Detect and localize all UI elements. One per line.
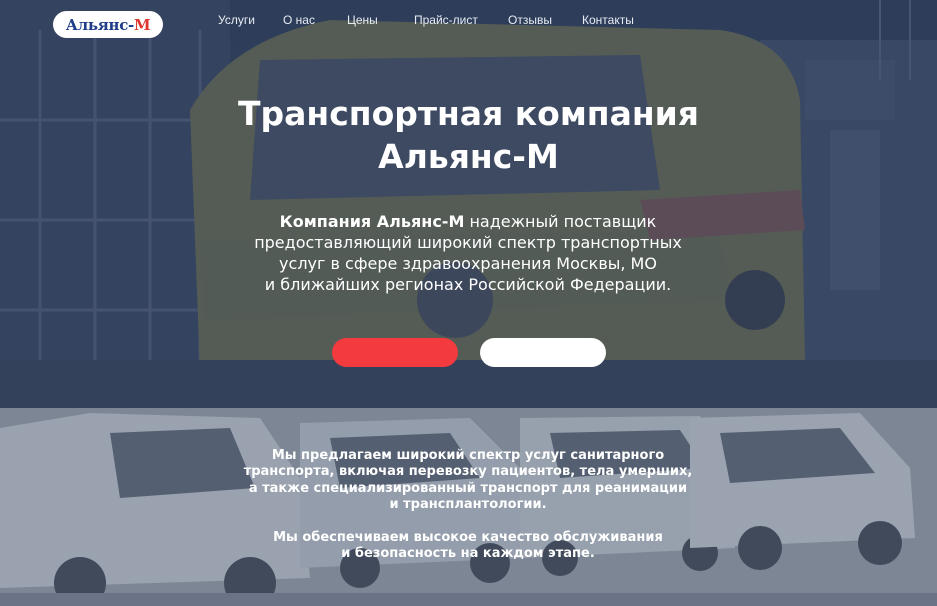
hero-desc-line4: и ближайших регионах Российской Федераци… (264, 275, 672, 294)
secondary-cta-button[interactable] (480, 338, 606, 367)
nav-item-contacts[interactable]: Контакты (582, 13, 634, 27)
nav-item-reviews[interactable]: Отзывы (508, 13, 552, 27)
primary-cta-button[interactable] (332, 338, 458, 367)
hero-title-line2: Альянс-М (378, 137, 559, 176)
hero-description: Компания Альянс-М надежный поставщик пре… (218, 211, 718, 295)
hero-title-line1: Транспортная компания (238, 94, 699, 133)
hero-desc-line3: услуг в сфере здравоохранения Москвы, МО (279, 254, 657, 273)
hero-desc-line1: надежный поставщик (464, 212, 657, 231)
nav-item-prices[interactable]: Цены (347, 13, 378, 27)
hero-section: Альянс-М Услуги О нас Цены Прайс-лист От… (0, 0, 937, 408)
services-paragraph-2: Мы обеспечиваем высокое качество обслужи… (273, 530, 663, 562)
nav-item-about[interactable]: О нас (283, 13, 315, 27)
services-section: Мы предлагаем широкий спектр услуг санит… (0, 408, 937, 606)
services-paragraph-1: Мы предлагаем широкий спектр услуг санит… (243, 448, 693, 512)
main-nav: Услуги О нас Цены Прайс-лист Отзывы Конт… (0, 13, 937, 29)
hero-desc-line2: предоставляющий широкий спектр транспорт… (254, 233, 682, 252)
hero-overlay (0, 0, 937, 408)
services-description: Мы предлагаем широкий спектр услуг санит… (218, 448, 718, 563)
nav-item-services[interactable]: Услуги (218, 13, 255, 27)
hero-desc-company: Компания Альянс-М (279, 212, 465, 231)
hero-title: Транспортная компания Альянс-М (0, 92, 937, 178)
nav-item-price-list[interactable]: Прайс-лист (414, 13, 478, 27)
